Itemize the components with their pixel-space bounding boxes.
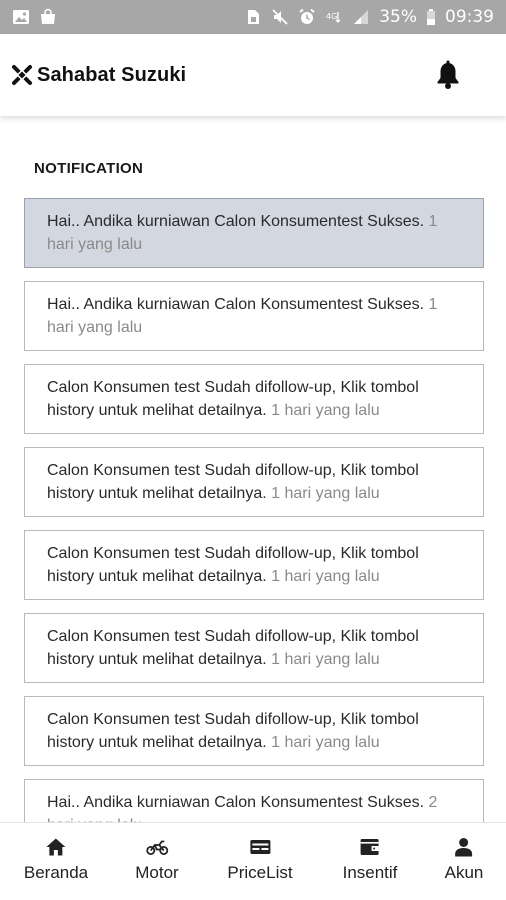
app-title: Sahabat Suzuki [37,63,187,86]
status-bar-left [12,8,57,26]
battery-icon [426,8,436,26]
section-title: NOTIFICATION [34,160,144,177]
wallet-icon [359,837,381,857]
gallery-icon [12,8,30,26]
signal-icon [352,8,370,26]
network-type-icon: 4G [325,8,343,26]
notification-item[interactable]: Hai.. Andika kurniawan Calon Konsumentes… [24,281,484,351]
status-bar-right: 4G 35% 09:39 [244,7,494,27]
notification-page: NOTIFICATION Hai.. Andika kurniawan Calo… [0,116,506,822]
notification-time: 1 hari yang lalu [271,402,380,419]
notification-item[interactable]: Calon Konsumen test Sudah difollow-up, K… [24,530,484,600]
nav-label: Beranda [23,863,89,882]
nav-item-akun[interactable]: Akun [444,837,484,883]
app-header: Sahabat Suzuki [0,34,506,116]
notification-time: 1 hari yang lalu [271,651,380,668]
notification-message: Hai.. Andika kurniawan Calon Konsumentes… [47,794,425,811]
notification-item[interactable]: Calon Konsumen test Sudah difollow-up, K… [24,364,484,434]
notification-message: Hai.. Andika kurniawan Calon Konsumentes… [47,213,425,230]
motorcycle-icon [146,837,168,857]
nav-item-motor[interactable]: Motor [135,837,179,883]
user-icon [453,837,475,857]
money-icon [249,837,271,857]
bottom-navigation: Beranda Motor PriceList Insentif Akun [0,822,506,900]
notification-time: 1 hari yang lalu [271,568,380,585]
notification-item[interactable]: Calon Konsumen test Sudah difollow-up, K… [24,696,484,766]
nav-label: PriceList [227,863,293,882]
suzuki-logo-icon [11,64,33,86]
status-bar: 4G 35% 09:39 [0,0,506,34]
notification-item[interactable]: Hai.. Andika kurniawan Calon Konsumentes… [24,779,484,822]
notification-time: 1 hari yang lalu [271,734,380,751]
nav-item-insentif[interactable]: Insentif [342,837,398,883]
notification-time: 1 hari yang lalu [271,485,380,502]
notification-item[interactable]: Hai.. Andika kurniawan Calon Konsumentes… [24,198,484,268]
nav-label: Insentif [342,863,398,882]
notification-item[interactable]: Calon Konsumen test Sudah difollow-up, K… [24,447,484,517]
bell-icon[interactable] [434,60,462,90]
alarm-icon [298,8,316,26]
sim-card-icon [244,8,262,26]
brand: Sahabat Suzuki [11,64,186,87]
nav-label: Motor [135,863,179,882]
notification-message: Hai.. Andika kurniawan Calon Konsumentes… [47,296,425,313]
notification-list: Hai.. Andika kurniawan Calon Konsumentes… [24,198,484,822]
nav-item-beranda[interactable]: Beranda [24,837,88,883]
notification-item[interactable]: Calon Konsumen test Sudah difollow-up, K… [24,613,484,683]
nav-label: Akun [444,863,484,882]
home-icon [45,837,67,857]
clock-time: 09:39 [445,7,494,27]
battery-percent: 35% [379,7,417,27]
mute-icon [271,8,289,26]
shopping-bag-icon [39,8,57,26]
nav-item-pricelist[interactable]: PriceList [227,837,293,883]
svg-text:4G: 4G [326,12,337,21]
